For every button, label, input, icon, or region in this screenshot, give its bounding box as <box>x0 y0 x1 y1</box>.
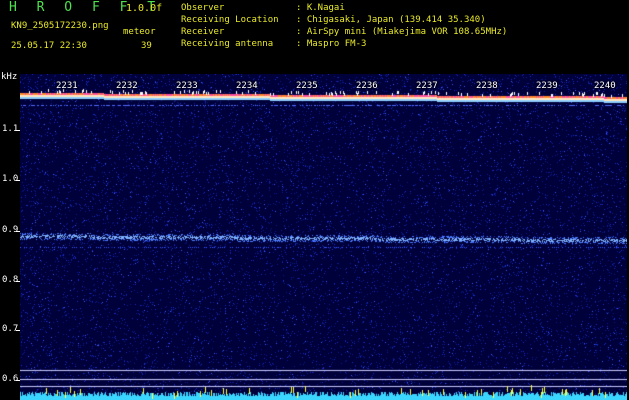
app-version: 1.0.0f <box>126 3 163 14</box>
meta-key-location: Receiving Location <box>181 15 279 25</box>
spectrogram-canvas <box>20 74 627 400</box>
meta-key-antenna: Receiving antenna <box>181 39 274 49</box>
time-label-2233: 2233 <box>176 81 198 91</box>
header-panel: H R O F F T 1.0.0f KN9_2505172230.png me… <box>0 0 629 74</box>
meteor-count: 39 <box>141 41 152 51</box>
time-label-2238: 2238 <box>476 81 498 91</box>
meta-key-receiver: Receiver <box>181 27 225 37</box>
time-label-2234: 2234 <box>236 81 258 91</box>
frequency-unit: kHz <box>1 72 18 82</box>
time-label-2237: 2237 <box>416 81 438 91</box>
time-label-2231: 2231 <box>56 81 78 91</box>
meta-value-antenna: : Maspro FM-3 <box>296 39 367 49</box>
frequency-axis <box>0 74 20 400</box>
meteor-label: meteor <box>123 27 156 37</box>
time-label-2239: 2239 <box>536 81 558 91</box>
time-label-2235: 2235 <box>296 81 318 91</box>
meta-value-observer: : K.Nagai <box>296 3 345 13</box>
meta-value-receiver: : AirSpy mini (Miakejima VOR 108.65MHz) <box>296 27 508 37</box>
timestamp: 25.05.17 22:30 <box>11 41 87 51</box>
time-label-2240: 2240 <box>594 81 616 91</box>
file-name: KN9_2505172230.png <box>11 21 109 31</box>
time-label-2236: 2236 <box>356 81 378 91</box>
time-label-2232: 2232 <box>116 81 138 91</box>
meta-key-observer: Observer <box>181 3 225 13</box>
meta-value-location: : Chigasaki, Japan (139.414 35.340) <box>296 15 486 25</box>
